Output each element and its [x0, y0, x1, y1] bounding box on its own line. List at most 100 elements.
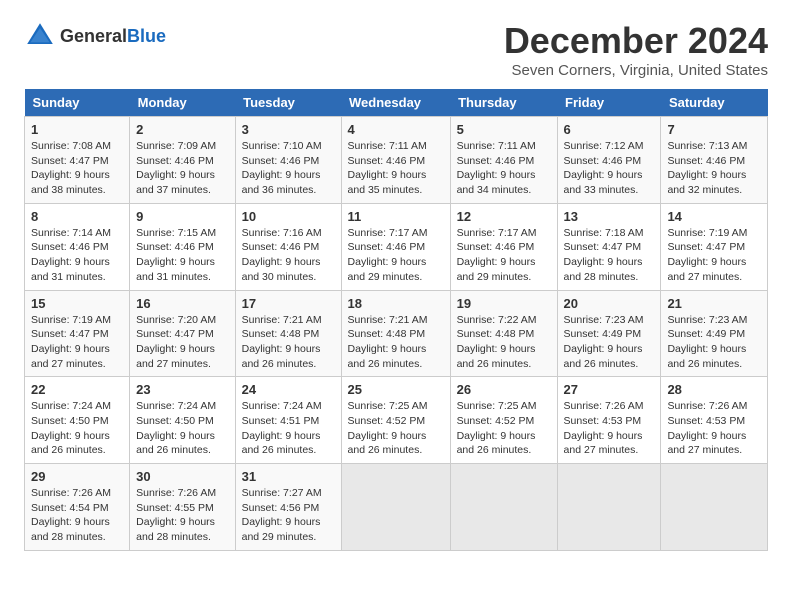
- calendar-cell: 24 Sunrise: 7:24 AMSunset: 4:51 PMDayligh…: [235, 377, 341, 464]
- day-detail: Sunrise: 7:10 AMSunset: 4:46 PMDaylight:…: [242, 139, 335, 198]
- day-number: 5: [457, 122, 551, 137]
- day-detail: Sunrise: 7:22 AMSunset: 4:48 PMDaylight:…: [457, 313, 551, 372]
- calendar-cell: 9 Sunrise: 7:15 AMSunset: 4:46 PMDaylight…: [130, 203, 235, 290]
- day-number: 17: [242, 296, 335, 311]
- calendar-cell: 31 Sunrise: 7:27 AMSunset: 4:56 PMDayligh…: [235, 464, 341, 551]
- day-number: 19: [457, 296, 551, 311]
- calendar-cell: 13Sunrise: 7:18 AMSunset: 4:47 PMDayligh…: [557, 203, 661, 290]
- day-number: 16: [136, 296, 228, 311]
- day-detail: Sunrise: 7:23 AMSunset: 4:49 PMDaylight:…: [564, 313, 655, 372]
- day-detail: Sunrise: 7:24 AMSunset: 4:51 PMDaylight:…: [242, 399, 335, 458]
- calendar-cell: 17 Sunrise: 7:21 AMSunset: 4:48 PMDayligh…: [235, 290, 341, 377]
- calendar-cell: 12Sunrise: 7:17 AMSunset: 4:46 PMDayligh…: [450, 203, 557, 290]
- calendar-cell: 15 Sunrise: 7:19 AMSunset: 4:47 PMDayligh…: [25, 290, 130, 377]
- day-number: 15: [31, 296, 123, 311]
- day-number: 25: [348, 382, 444, 397]
- day-detail: Sunrise: 7:11 AMSunset: 4:46 PMDaylight:…: [348, 139, 444, 198]
- day-number: 7: [667, 122, 761, 137]
- day-number: 18: [348, 296, 444, 311]
- weekday-header-row: SundayMondayTuesdayWednesdayThursdayFrid…: [25, 89, 768, 117]
- day-detail: Sunrise: 7:09 AMSunset: 4:46 PMDaylight:…: [136, 139, 228, 198]
- day-detail: Sunrise: 7:11 AMSunset: 4:46 PMDaylight:…: [457, 139, 551, 198]
- calendar-cell: 10 Sunrise: 7:16 AMSunset: 4:46 PMDayligh…: [235, 203, 341, 290]
- calendar-cell: 23 Sunrise: 7:24 AMSunset: 4:50 PMDayligh…: [130, 377, 235, 464]
- calendar-cell: 28 Sunrise: 7:26 AMSunset: 4:53 PMDayligh…: [661, 377, 768, 464]
- calendar-cell: 2 Sunrise: 7:09 AMSunset: 4:46 PMDaylight…: [130, 117, 235, 204]
- day-number: 31: [242, 469, 335, 484]
- calendar-cell: 27Sunrise: 7:26 AMSunset: 4:53 PMDayligh…: [557, 377, 661, 464]
- day-number: 21: [667, 296, 761, 311]
- day-number: 30: [136, 469, 228, 484]
- calendar-cell: [557, 464, 661, 551]
- day-number: 20: [564, 296, 655, 311]
- day-detail: Sunrise: 7:21 AMSunset: 4:48 PMDaylight:…: [242, 313, 335, 372]
- calendar-cell: 20 Sunrise: 7:23 AMSunset: 4:49 PMDayligh…: [557, 290, 661, 377]
- day-detail: Sunrise: 7:16 AMSunset: 4:46 PMDaylight:…: [242, 226, 335, 285]
- logo-icon: [24, 20, 56, 52]
- day-number: 24: [242, 382, 335, 397]
- day-detail: Sunrise: 7:15 AMSunset: 4:46 PMDaylight:…: [136, 226, 228, 285]
- day-detail: Sunrise: 7:24 AMSunset: 4:50 PMDaylight:…: [136, 399, 228, 458]
- day-number: 9: [136, 209, 228, 224]
- calendar-cell: 7 Sunrise: 7:13 AMSunset: 4:46 PMDaylight…: [661, 117, 768, 204]
- calendar-cell: [341, 464, 450, 551]
- title-section: December 2024 Seven Corners, Virginia, U…: [504, 20, 768, 79]
- day-number: 26: [457, 382, 551, 397]
- day-detail: Sunrise: 7:26 AMSunset: 4:53 PMDaylight:…: [667, 399, 761, 458]
- day-detail: Sunrise: 7:26 AMSunset: 4:55 PMDaylight:…: [136, 486, 228, 545]
- day-detail: Sunrise: 7:19 AMSunset: 4:47 PMDaylight:…: [667, 226, 761, 285]
- day-detail: Sunrise: 7:13 AMSunset: 4:46 PMDaylight:…: [667, 139, 761, 198]
- day-detail: Sunrise: 7:12 AMSunset: 4:46 PMDaylight:…: [564, 139, 655, 198]
- calendar-cell: 14 Sunrise: 7:19 AMSunset: 4:47 PMDayligh…: [661, 203, 768, 290]
- day-detail: Sunrise: 7:17 AMSunset: 4:46 PMDaylight:…: [348, 226, 444, 285]
- day-detail: Sunrise: 7:19 AMSunset: 4:47 PMDaylight:…: [31, 313, 123, 372]
- day-detail: Sunrise: 7:18 AMSunset: 4:47 PMDaylight:…: [564, 226, 655, 285]
- day-number: 11: [348, 209, 444, 224]
- logo: GeneralBlue: [24, 20, 166, 52]
- logo-text-blue: Blue: [127, 26, 166, 46]
- day-detail: Sunrise: 7:24 AMSunset: 4:50 PMDaylight:…: [31, 399, 123, 458]
- calendar-cell: 30 Sunrise: 7:26 AMSunset: 4:55 PMDayligh…: [130, 464, 235, 551]
- day-number: 2: [136, 122, 228, 137]
- day-number: 27: [564, 382, 655, 397]
- day-number: 23: [136, 382, 228, 397]
- calendar-cell: 21 Sunrise: 7:23 AMSunset: 4:49 PMDayligh…: [661, 290, 768, 377]
- day-number: 29: [31, 469, 123, 484]
- weekday-header-tuesday: Tuesday: [235, 89, 341, 117]
- calendar-cell: [450, 464, 557, 551]
- calendar-cell: 18Sunrise: 7:21 AMSunset: 4:48 PMDayligh…: [341, 290, 450, 377]
- week-row-2: 8Sunrise: 7:14 AMSunset: 4:46 PMDaylight…: [25, 203, 768, 290]
- calendar-cell: 29 Sunrise: 7:26 AMSunset: 4:54 PMDayligh…: [25, 464, 130, 551]
- calendar-cell: 6Sunrise: 7:12 AMSunset: 4:46 PMDaylight…: [557, 117, 661, 204]
- day-detail: Sunrise: 7:20 AMSunset: 4:47 PMDaylight:…: [136, 313, 228, 372]
- day-detail: Sunrise: 7:26 AMSunset: 4:54 PMDaylight:…: [31, 486, 123, 545]
- calendar-table: SundayMondayTuesdayWednesdayThursdayFrid…: [24, 89, 768, 551]
- day-number: 22: [31, 382, 123, 397]
- calendar-cell: 25 Sunrise: 7:25 AMSunset: 4:52 PMDayligh…: [341, 377, 450, 464]
- calendar-cell: 1Sunrise: 7:08 AMSunset: 4:47 PMDaylight…: [25, 117, 130, 204]
- calendar-cell: 26Sunrise: 7:25 AMSunset: 4:52 PMDayligh…: [450, 377, 557, 464]
- calendar-cell: 3 Sunrise: 7:10 AMSunset: 4:46 PMDaylight…: [235, 117, 341, 204]
- weekday-header-sunday: Sunday: [25, 89, 130, 117]
- calendar-cell: 11 Sunrise: 7:17 AMSunset: 4:46 PMDayligh…: [341, 203, 450, 290]
- weekday-header-wednesday: Wednesday: [341, 89, 450, 117]
- week-row-5: 29 Sunrise: 7:26 AMSunset: 4:54 PMDayligh…: [25, 464, 768, 551]
- calendar-cell: 16 Sunrise: 7:20 AMSunset: 4:47 PMDayligh…: [130, 290, 235, 377]
- day-detail: Sunrise: 7:25 AMSunset: 4:52 PMDaylight:…: [348, 399, 444, 458]
- day-number: 28: [667, 382, 761, 397]
- week-row-3: 15 Sunrise: 7:19 AMSunset: 4:47 PMDayligh…: [25, 290, 768, 377]
- calendar-cell: [661, 464, 768, 551]
- day-number: 8: [31, 209, 123, 224]
- day-detail: Sunrise: 7:23 AMSunset: 4:49 PMDaylight:…: [667, 313, 761, 372]
- weekday-header-friday: Friday: [557, 89, 661, 117]
- day-number: 10: [242, 209, 335, 224]
- day-number: 14: [667, 209, 761, 224]
- day-number: 1: [31, 122, 123, 137]
- calendar-cell: 5 Sunrise: 7:11 AMSunset: 4:46 PMDaylight…: [450, 117, 557, 204]
- day-number: 3: [242, 122, 335, 137]
- logo-text-general: General: [60, 26, 127, 46]
- day-number: 4: [348, 122, 444, 137]
- day-detail: Sunrise: 7:17 AMSunset: 4:46 PMDaylight:…: [457, 226, 551, 285]
- weekday-header-monday: Monday: [130, 89, 235, 117]
- day-detail: Sunrise: 7:27 AMSunset: 4:56 PMDaylight:…: [242, 486, 335, 545]
